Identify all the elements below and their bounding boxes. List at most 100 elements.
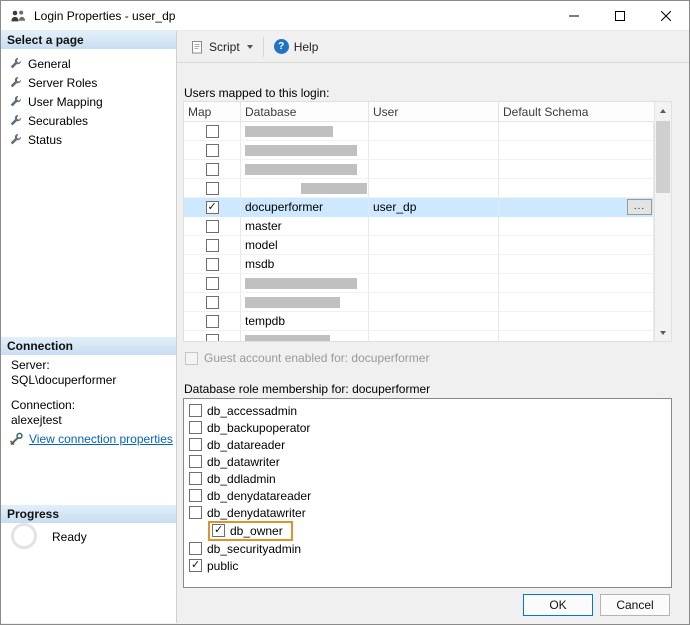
table-row[interactable]: model (184, 236, 654, 255)
grid-cell-database (241, 122, 369, 140)
table-row[interactable]: master (184, 217, 654, 236)
table-row[interactable] (184, 141, 654, 160)
triangle-down-icon (660, 331, 666, 335)
role-checkbox[interactable] (189, 489, 202, 502)
role-item-db_securityadmin[interactable]: db_securityadmin (184, 540, 671, 557)
login-properties-dialog: Login Properties - user_dp Select a page… (0, 0, 690, 625)
scroll-up-button[interactable] (655, 102, 671, 119)
role-item-inner: db_denydatawriter (189, 506, 306, 520)
column-header-user: User (369, 102, 499, 121)
sidebar-item-status[interactable]: Status (1, 130, 176, 149)
script-button[interactable]: Script (184, 36, 259, 58)
role-label: db_backupoperator (207, 421, 310, 435)
role-item-db_datareader[interactable]: db_datareader (184, 436, 671, 453)
role-item-db_ddladmin[interactable]: db_ddladmin (184, 470, 671, 487)
grid-cell-user (369, 179, 499, 197)
scrollbar-thumb[interactable] (656, 121, 670, 193)
grid-cell-map (184, 312, 241, 330)
map-checkbox[interactable] (206, 220, 219, 233)
role-item-inner: db_accessadmin (189, 404, 297, 418)
table-row[interactable]: tempdb (184, 312, 654, 331)
role-checkbox[interactable] (189, 542, 202, 555)
role-item-db_accessadmin[interactable]: db_accessadmin (184, 402, 671, 419)
minimize-button[interactable] (551, 1, 597, 30)
view-connection-properties-link[interactable]: View connection properties (29, 432, 173, 446)
connection-value: alexejtest (11, 413, 172, 427)
map-checkbox[interactable] (206, 258, 219, 271)
role-checkbox[interactable] (212, 524, 225, 537)
grid-cell-map (184, 198, 241, 216)
map-checkbox[interactable] (206, 182, 219, 195)
grid-cell-database (241, 179, 369, 197)
sidebar-item-server-roles[interactable]: Server Roles (1, 73, 176, 92)
sidebar-page-label: General (28, 57, 71, 71)
redacted-database-name (245, 164, 357, 175)
map-checkbox[interactable] (206, 163, 219, 176)
table-row[interactable]: docuperformer user_dp ... (184, 198, 654, 217)
page-list: General Server Roles User Mapping Secura… (1, 54, 176, 149)
table-row[interactable] (184, 331, 654, 341)
role-checkbox[interactable] (189, 506, 202, 519)
default-schema-browse-button[interactable]: ... (627, 199, 652, 215)
table-row[interactable]: msdb (184, 255, 654, 274)
role-label: public (207, 559, 238, 573)
role-checkbox[interactable] (189, 438, 202, 451)
table-row[interactable] (184, 274, 654, 293)
connection-label: Connection: (11, 398, 172, 412)
help-button-label: Help (294, 40, 319, 54)
maximize-button[interactable] (597, 1, 643, 30)
grid-cell-user (369, 293, 499, 311)
sidebar-item-general[interactable]: General (1, 54, 176, 73)
map-checkbox[interactable] (206, 334, 219, 342)
ok-button[interactable]: OK (523, 594, 593, 616)
map-checkbox[interactable] (206, 239, 219, 252)
role-item-public[interactable]: public (184, 557, 671, 574)
close-button[interactable] (643, 1, 689, 30)
table-row[interactable] (184, 122, 654, 141)
grid-cell-user (369, 122, 499, 140)
map-checkbox[interactable] (206, 277, 219, 290)
sidebar-item-user-mapping[interactable]: User Mapping (1, 92, 176, 111)
role-checkbox[interactable] (189, 455, 202, 468)
role-label: db_accessadmin (207, 404, 297, 418)
role-label: db_denydatawriter (207, 506, 306, 520)
role-item-db_denydatareader[interactable]: db_denydatareader (184, 487, 671, 504)
sidebar-page-label: Securables (28, 114, 88, 128)
role-checkbox[interactable] (189, 421, 202, 434)
table-row[interactable] (184, 179, 654, 198)
role-checkbox[interactable] (189, 559, 202, 572)
table-scrollbar[interactable] (654, 102, 671, 341)
role-item-db_backupoperator[interactable]: db_backupoperator (184, 419, 671, 436)
window-controls (551, 1, 689, 30)
role-item-db_denydatawriter[interactable]: db_denydatawriter (184, 504, 671, 521)
role-item-inner: public (189, 559, 238, 573)
role-item-inner: db_owner (208, 521, 293, 541)
cancel-button[interactable]: Cancel (600, 594, 670, 616)
login-properties-icon (10, 8, 26, 24)
grid-cell-schema (499, 236, 654, 254)
role-checkbox[interactable] (189, 404, 202, 417)
map-checkbox[interactable] (206, 125, 219, 138)
scroll-down-button[interactable] (655, 324, 671, 341)
table-row[interactable] (184, 160, 654, 179)
map-checkbox[interactable] (206, 296, 219, 309)
role-membership-label: Database role membership for: docuperfor… (184, 382, 430, 396)
role-item-db_datawriter[interactable]: db_datawriter (184, 453, 671, 470)
sidebar-item-securables[interactable]: Securables (1, 111, 176, 130)
map-checkbox[interactable] (206, 144, 219, 157)
grid-cell-user (369, 236, 499, 254)
grid-cell-user (369, 141, 499, 159)
grid-cell-schema (499, 179, 654, 197)
role-item-db_owner[interactable]: db_owner (184, 521, 671, 540)
role-checkbox[interactable] (189, 472, 202, 485)
progress-row: Ready (11, 523, 87, 549)
map-checkbox[interactable] (206, 201, 219, 214)
grid-cell-database: msdb (241, 255, 369, 273)
map-checkbox[interactable] (206, 315, 219, 328)
users-mapped-table: Map Database User Default Schema (183, 101, 672, 342)
grid-cell-user (369, 312, 499, 330)
table-row[interactable] (184, 293, 654, 312)
role-item-inner: db_backupoperator (189, 421, 310, 435)
help-button[interactable]: Help (268, 35, 325, 58)
grid-cell-schema (499, 293, 654, 311)
